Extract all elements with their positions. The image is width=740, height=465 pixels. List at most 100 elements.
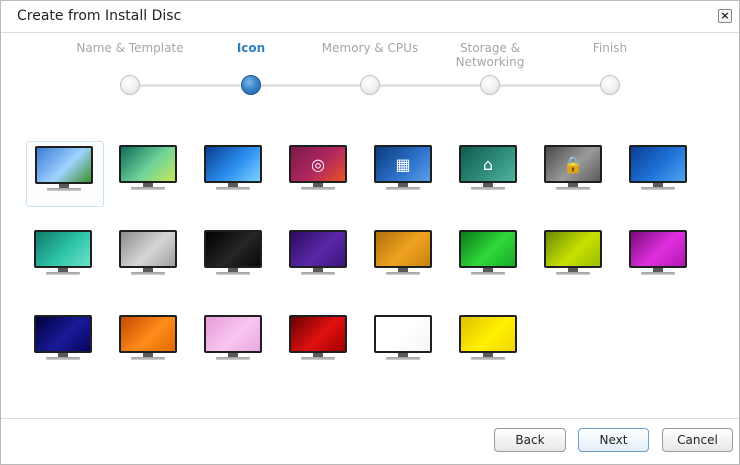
monitor-stand-base — [641, 187, 675, 190]
green-screen-icon — [459, 230, 517, 275]
close-icon[interactable]: × — [718, 9, 732, 23]
magenta-screen-icon — [629, 230, 687, 275]
pink-screen-icon — [204, 315, 262, 360]
monitor-stand-base — [471, 187, 505, 190]
blue-screen-option[interactable] — [621, 141, 697, 205]
monitor-screen: 🔒 — [544, 145, 602, 183]
monitor-screen — [289, 230, 347, 268]
monitor-screen — [459, 315, 517, 353]
monitor-screen — [374, 230, 432, 268]
monitor-stand-base — [386, 187, 420, 190]
teal-screen-icon — [34, 230, 92, 275]
aurora-screen-icon — [119, 145, 177, 190]
monitor-stand-base — [216, 272, 250, 275]
landscape-screen-icon — [35, 146, 93, 191]
black-screen-option[interactable] — [196, 226, 272, 290]
monitor-screen — [119, 315, 177, 353]
next-button[interactable]: Next — [578, 428, 649, 452]
monitor-screen — [204, 145, 262, 183]
yellow-screen-icon — [459, 315, 517, 360]
green-screen-option[interactable] — [451, 226, 527, 290]
monitor-stand-base — [301, 357, 335, 360]
orange-gold-screen-option[interactable] — [366, 226, 442, 290]
monitor-screen — [459, 230, 517, 268]
monitor-stand-base — [556, 272, 590, 275]
step-label-memory-cpus: Memory & CPUs — [321, 41, 419, 55]
lock-screen-option[interactable]: 🔒 — [536, 141, 612, 205]
red-screen-option[interactable] — [281, 311, 357, 375]
monitor-stand-base — [216, 187, 250, 190]
lock-screen-icon: 🔒 — [544, 145, 602, 190]
step-dot-storage-networking — [480, 75, 500, 95]
monitor-screen — [35, 146, 93, 184]
monitor-stand-base — [47, 188, 81, 191]
magenta-screen-option[interactable] — [621, 226, 697, 290]
blue-screen-icon — [629, 145, 687, 190]
monitor-stand-base — [471, 272, 505, 275]
white-screen-option[interactable] — [366, 311, 442, 375]
building-screen-option[interactable]: ▦ — [366, 141, 442, 205]
monitor-stand-base — [46, 357, 80, 360]
home-screen-option[interactable]: ⌂ — [451, 141, 527, 205]
step-dot-finish — [600, 75, 620, 95]
monitor-screen — [34, 230, 92, 268]
purple-screen-option[interactable] — [281, 226, 357, 290]
step-label-finish: Finish — [592, 41, 628, 55]
monitor-stand-base — [131, 272, 165, 275]
ubuntu-screen-option[interactable]: ◎ — [281, 141, 357, 205]
aurora-screen-option[interactable] — [111, 141, 187, 205]
cancel-button[interactable]: Cancel — [662, 428, 733, 452]
purple-screen-icon — [289, 230, 347, 275]
monitor-screen — [119, 230, 177, 268]
step-dot-memory-cpus — [360, 75, 380, 95]
monitor-screen — [629, 145, 687, 183]
step-dot-name-template — [120, 75, 140, 95]
black-screen-icon — [204, 230, 262, 275]
blue-swirl-screen-option[interactable] — [196, 141, 272, 205]
step-dot-icon — [241, 75, 261, 95]
landscape-screen-option[interactable] — [26, 141, 104, 207]
monitor-stand-base — [301, 272, 335, 275]
step-label-storage-networking: Storage & Networking — [455, 41, 525, 69]
monitor-screen: ⌂ — [459, 145, 517, 183]
teal-screen-option[interactable] — [26, 226, 102, 290]
monitor-screen — [204, 315, 262, 353]
building-screen-icon: ▦ — [374, 145, 432, 190]
silver-screen-option[interactable] — [111, 226, 187, 290]
lime-screen-icon — [544, 230, 602, 275]
yellow-screen-option[interactable] — [451, 311, 527, 375]
orange-screen-option[interactable] — [111, 311, 187, 375]
monitor-screen: ▦ — [374, 145, 432, 183]
monitor-stand-base — [301, 187, 335, 190]
monitor-screen — [289, 315, 347, 353]
step-label-name-template: Name & Template — [76, 41, 184, 55]
monitor-stand-base — [131, 357, 165, 360]
title-bar: Create from Install Disc × — [1, 1, 739, 33]
blue-swirl-screen-icon — [204, 145, 262, 190]
monitor-stand-base — [471, 357, 505, 360]
white-screen-icon — [374, 315, 432, 360]
monitor-stand-base — [556, 187, 590, 190]
navy-screen-option[interactable] — [26, 311, 102, 375]
monitor-stand-base — [131, 187, 165, 190]
monitor-stand-base — [216, 357, 250, 360]
lime-screen-option[interactable] — [536, 226, 612, 290]
monitor-screen — [629, 230, 687, 268]
home-screen-icon: ⌂ — [459, 145, 517, 190]
monitor-screen — [119, 145, 177, 183]
dialog-title: Create from Install Disc — [17, 8, 182, 24]
orange-gold-screen-icon — [374, 230, 432, 275]
red-screen-icon — [289, 315, 347, 360]
lock-glyph-icon: 🔒 — [563, 154, 583, 174]
back-button[interactable]: Back — [494, 428, 566, 452]
ubuntu-glyph-icon: ◎ — [311, 154, 325, 174]
wizard-steps: Name & Template Icon Memory & CPUs Stora… — [1, 34, 739, 104]
navy-screen-icon — [34, 315, 92, 360]
monitor-screen — [34, 315, 92, 353]
orange-screen-icon — [119, 315, 177, 360]
monitor-screen — [544, 230, 602, 268]
step-label-icon: Icon — [236, 41, 266, 55]
monitor-stand-base — [386, 272, 420, 275]
pink-screen-option[interactable] — [196, 311, 272, 375]
ubuntu-screen-icon: ◎ — [289, 145, 347, 190]
